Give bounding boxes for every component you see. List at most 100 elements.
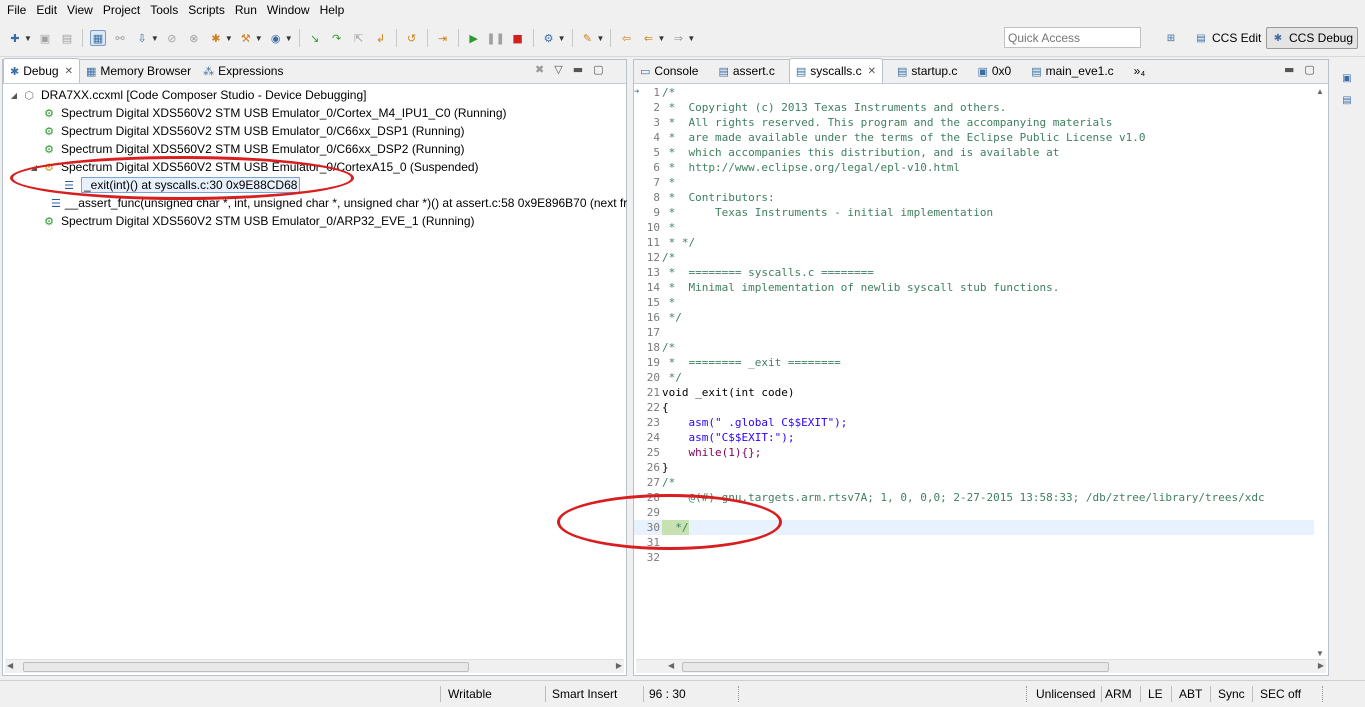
forward-icon[interactable]: ⇒ xyxy=(670,30,686,46)
settings-icon[interactable]: ⚙ xyxy=(541,30,557,46)
forward-dropdown-icon[interactable]: ▼ xyxy=(687,34,695,43)
suspend-icon[interactable]: ❚❚ xyxy=(486,30,504,46)
open-perspective-button[interactable]: ⊞ xyxy=(1160,27,1186,49)
tab-memory-browser[interactable]: ▦ Memory Browser xyxy=(80,59,197,83)
menu-edit[interactable]: Edit xyxy=(31,0,62,21)
quick-access-input[interactable] xyxy=(1004,27,1141,48)
scroll-thumb[interactable] xyxy=(23,662,469,672)
target-dropdown-icon[interactable]: ▼ xyxy=(285,34,293,43)
restart-icon[interactable]: ↺ xyxy=(404,30,420,46)
line-number: 11 xyxy=(646,236,660,249)
assembly-step-icon[interactable]: ↲ xyxy=(373,30,389,46)
tab-editor[interactable]: »₄ xyxy=(1128,59,1152,83)
editor-horizontal-scrollbar[interactable]: ◀ ▶ xyxy=(636,659,1326,673)
menu-help[interactable]: Help xyxy=(315,0,350,21)
tab-editor-label: startup.c xyxy=(911,64,958,78)
pen-icon[interactable]: ✎ xyxy=(580,30,596,46)
menu-view[interactable]: View xyxy=(62,0,98,21)
terminate-icon[interactable]: ■ xyxy=(510,30,526,46)
tree-item[interactable]: ☰ __assert_func(unsigned char *, int, uns… xyxy=(3,194,627,212)
maximize-icon[interactable]: ▢ xyxy=(593,63,603,76)
bug-icon[interactable]: ✱ xyxy=(208,30,224,46)
menu-tools[interactable]: Tools xyxy=(145,0,183,21)
status-arch: ARM xyxy=(1105,687,1132,701)
breakpoint-icon[interactable]: ⊘ xyxy=(164,30,180,46)
target-icon[interactable]: ◉ xyxy=(268,30,284,46)
status-license[interactable]: Unlicensed xyxy=(1030,685,1101,703)
scroll-up-icon[interactable]: ▲ xyxy=(1316,87,1324,96)
close-icon[interactable]: ✕ xyxy=(868,66,876,77)
tree-item[interactable]: ⚙ Spectrum Digital XDS560V2 STM USB Emula… xyxy=(3,212,626,230)
scroll-right-icon[interactable]: ▶ xyxy=(1318,661,1324,670)
settings-dropdown-icon[interactable]: ▼ xyxy=(558,34,566,43)
tree-item[interactable]: ⚙ Spectrum Digital XDS560V2 STM USB Emula… xyxy=(3,104,626,122)
tab-editor[interactable]: ▤ assert.c xyxy=(712,59,780,83)
expand-arrow-icon[interactable]: ◢ xyxy=(29,163,39,172)
tab-debug[interactable]: ✱ Debug ✕ xyxy=(3,58,80,83)
status-insert-mode: Smart Insert xyxy=(552,687,618,701)
tab-editor[interactable]: ▤ main_eve1.c xyxy=(1025,59,1119,83)
remove-terminated-icon[interactable]: ✖ xyxy=(535,63,544,76)
save-all-icon[interactable]: ▤ xyxy=(59,30,75,46)
minimize-icon[interactable]: ▬ xyxy=(1284,63,1294,76)
editor-vertical-scrollbar[interactable]: ▲ ▼ xyxy=(1314,85,1326,660)
scroll-thumb[interactable] xyxy=(682,662,1109,672)
tab-expressions[interactable]: ⁂ Expressions xyxy=(197,59,289,83)
new-icon[interactable]: ✚ xyxy=(7,30,23,46)
back-icon[interactable]: ⇐ xyxy=(640,30,656,46)
tab-editor[interactable]: ▤ syscalls.c ✕ xyxy=(788,58,883,83)
maximize-icon[interactable]: ▢ xyxy=(1304,63,1314,76)
tree-item[interactable]: ⚙ Spectrum Digital XDS560V2 STM USB Emula… xyxy=(3,122,626,140)
registers-icon[interactable]: ▤ xyxy=(1340,95,1354,109)
step-out-icon[interactable]: ⇥ xyxy=(435,30,451,46)
pen-dropdown-icon[interactable]: ▼ xyxy=(597,34,605,43)
back-dropdown-icon[interactable]: ▼ xyxy=(657,34,665,43)
menu-file[interactable]: File xyxy=(2,0,31,21)
menu-window[interactable]: Window xyxy=(262,0,315,21)
expressions-icon: ⁂ xyxy=(203,64,215,78)
debug-view-tabs: ✱ Debug ✕ ▦ Memory Browser ⁂ Expressions… xyxy=(3,58,626,84)
line-number: 2 xyxy=(653,101,660,114)
remove-breakpoints-icon[interactable]: ⊗ xyxy=(186,30,202,46)
step-return-icon[interactable]: ⇱ xyxy=(351,30,367,46)
load-program-icon[interactable]: ⇩ xyxy=(134,30,150,46)
scroll-left-icon[interactable]: ◀ xyxy=(7,661,13,670)
scroll-left-icon[interactable]: ◀ xyxy=(668,661,674,670)
code-line: 19 * ======== _exit ======== xyxy=(634,355,1314,370)
tree-item[interactable]: ◢ ⬡ DRA7XX.ccxml [Code Composer Studio - D… xyxy=(3,86,626,104)
build-icon[interactable]: ⚒ xyxy=(238,30,254,46)
tab-editor[interactable]: ▭ Console xyxy=(634,59,704,83)
restore-icon[interactable]: ▣ xyxy=(1340,73,1354,87)
scroll-right-icon[interactable]: ▶ xyxy=(616,661,622,670)
tree-item[interactable]: ☰ _exit(int)() at syscalls.c:30 0x9E88CD6… xyxy=(3,176,626,194)
bug-dropdown-icon[interactable]: ▼ xyxy=(225,34,233,43)
new-dropdown-icon[interactable]: ▼ xyxy=(24,34,32,43)
minimize-icon[interactable]: ▬ xyxy=(573,63,583,76)
tree-item[interactable]: ⚙ Spectrum Digital XDS560V2 STM USB Emula… xyxy=(3,140,626,158)
connect-icon[interactable]: ⚯ xyxy=(112,30,128,46)
scroll-down-icon[interactable]: ▼ xyxy=(1316,649,1324,658)
menu-run[interactable]: Run xyxy=(230,0,262,21)
perspective-ccs-debug[interactable]: ✱ CCS Debug xyxy=(1266,27,1359,49)
resume-icon[interactable]: ▶ xyxy=(466,30,482,46)
load-dropdown-icon[interactable]: ▼ xyxy=(151,34,159,43)
tree-item[interactable]: ◢ ⚙ Spectrum Digital XDS560V2 STM USB Emul… xyxy=(3,158,626,176)
last-edit-icon[interactable]: ⇦ xyxy=(618,30,634,46)
perspective-ccs-edit[interactable]: ▤ CCS Edit xyxy=(1190,27,1265,49)
debug-horizontal-scrollbar[interactable]: ◀ ▶ xyxy=(5,659,624,673)
tab-editor[interactable]: ▣ 0x0 xyxy=(971,59,1017,83)
expand-arrow-icon[interactable]: ◢ xyxy=(9,91,19,100)
step-into-icon[interactable]: ↘ xyxy=(307,30,323,46)
close-icon[interactable]: ✕ xyxy=(65,66,73,77)
menu-project[interactable]: Project xyxy=(98,0,145,21)
step-over-icon[interactable]: ↷ xyxy=(329,30,345,46)
save-icon[interactable]: ▣ xyxy=(37,30,53,46)
tab-editor[interactable]: ▤ startup.c xyxy=(891,59,963,83)
tab-debug-label: Debug xyxy=(23,64,59,78)
build-dropdown-icon[interactable]: ▼ xyxy=(255,34,263,43)
debug-view-toggle-icon[interactable]: ▦ xyxy=(89,30,106,46)
running-thread-icon: ⚙ xyxy=(44,124,54,138)
code-editor[interactable]: 1/* 2 * Copyright (c) 2013 Texas Instrume… xyxy=(634,85,1314,660)
view-menu-icon[interactable]: ▽ xyxy=(554,63,562,76)
menu-scripts[interactable]: Scripts xyxy=(183,0,230,21)
